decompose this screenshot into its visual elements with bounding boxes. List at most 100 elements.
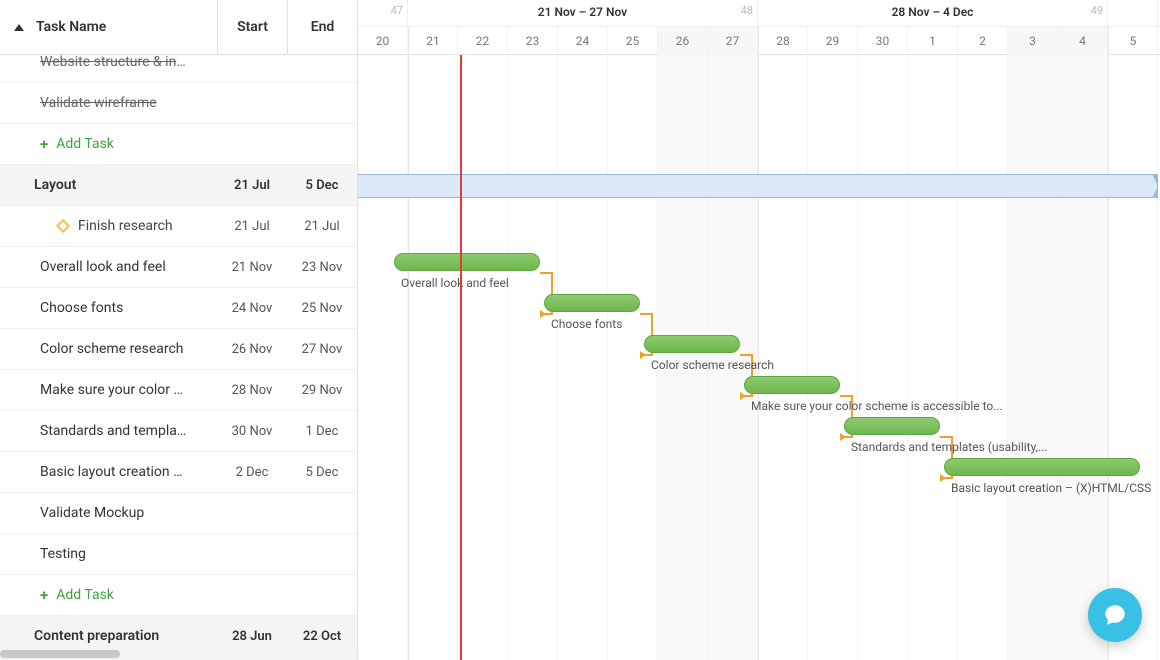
task-start-date: 2 Dec — [217, 465, 287, 480]
task-row[interactable]: Choose fonts 24 Nov25 Nov — [0, 288, 357, 329]
day-cell: 5 — [1108, 27, 1158, 55]
day-cell: 24 — [558, 27, 608, 55]
task-start-date: 21 Nov — [217, 260, 287, 275]
gantt-bar[interactable]: Color scheme research — [644, 335, 740, 353]
task-name-label: Validate wireframe — [40, 95, 157, 111]
column-label: Task Name — [36, 19, 106, 35]
week-label: 28 Nov – 4 Dec — [892, 5, 974, 19]
task-row[interactable]: Color scheme research26 Nov27 Nov — [0, 329, 357, 370]
day-cell: 3 — [1008, 27, 1058, 55]
column-task-name[interactable]: Task Name — [0, 19, 217, 35]
task-start-date: 21 Jul — [217, 178, 287, 193]
task-name-label: Basic layout creation – (X… — [40, 464, 190, 480]
task-end-date: 22 Oct — [287, 629, 357, 644]
day-cell: 4 — [1058, 27, 1108, 55]
milestone-row[interactable]: Finish research21 Jul21 Jul — [0, 206, 357, 247]
task-rows: Website structure & infor… Validate wiref… — [0, 55, 357, 660]
task-name-label: Testing — [40, 546, 86, 562]
task-end-date: 25 Nov — [287, 301, 357, 316]
day-cell: 20 — [358, 27, 408, 55]
gantt-bar-label: Basic layout creation – (X)HTML/CSS — [951, 481, 1151, 495]
grid-column — [1008, 55, 1058, 660]
day-cell: 21 — [408, 27, 458, 55]
task-end-date: 29 Nov — [287, 383, 357, 398]
task-name-label: Add Task — [56, 136, 114, 152]
task-name-label: Validate Mockup — [40, 505, 144, 521]
day-cell: 28 — [758, 27, 808, 55]
task-row[interactable]: Basic layout creation – (X… 2 Dec5 Dec — [0, 452, 357, 493]
task-name-label: Layout — [34, 177, 76, 193]
collapse-icon[interactable] — [14, 628, 24, 644]
task-name-label: Add Task — [56, 587, 114, 603]
milestone-icon — [56, 219, 70, 233]
week-label: 21 Nov – 27 Nov — [538, 5, 627, 19]
timeline-body[interactable]: Overall look and feel Choose fonts Color s… — [358, 55, 1160, 660]
plus-icon: + — [40, 586, 48, 604]
grid-column — [408, 55, 458, 660]
week-cell: 28 Nov – 4 Dec49 — [758, 0, 1108, 26]
grid-column — [958, 55, 1008, 660]
today-line — [460, 55, 462, 660]
task-name-label: Content preparation — [34, 628, 159, 644]
gantt-bar[interactable]: Make sure your color scheme is accessibl… — [744, 376, 840, 394]
task-row[interactable]: Make sure your color sch… 28 Nov29 Nov — [0, 370, 357, 411]
task-start-date: 24 Nov — [217, 301, 287, 316]
task-name-label: Make sure your color sch… — [40, 382, 190, 398]
dependency-arrow — [358, 55, 359, 71]
grid-column — [1058, 55, 1108, 660]
task-start-date: 26 Nov — [217, 342, 287, 357]
collapse-icon[interactable] — [14, 177, 24, 193]
task-start-date: 28 Nov — [217, 383, 287, 398]
add-task-row[interactable]: + Add Task — [0, 575, 357, 616]
task-end-date: 5 Dec — [287, 178, 357, 193]
column-start[interactable]: Start — [217, 0, 287, 54]
week-cell: 47 — [358, 0, 408, 26]
chat-button[interactable] — [1088, 588, 1142, 642]
gantt-bar-label: Color scheme research — [651, 358, 774, 372]
horizontal-scrollbar-left[interactable] — [0, 648, 357, 660]
timeline-panel: 47 21 Nov – 27 Nov 48 28 Nov – 4 Dec49 2021… — [358, 0, 1160, 660]
column-end[interactable]: End — [287, 0, 357, 54]
grid-column — [358, 55, 408, 660]
week-number: 48 — [741, 4, 753, 17]
task-end-date: 5 Dec — [287, 465, 357, 480]
caret-up-icon — [14, 24, 24, 31]
task-row[interactable]: Validate Mockup — [0, 493, 357, 534]
task-row[interactable]: Testing — [0, 534, 357, 575]
task-row[interactable]: Overall look and feel21 Nov23 Nov — [0, 247, 357, 288]
group-bar[interactable] — [358, 174, 1158, 198]
group-row[interactable]: Layout 21 Jul5 Dec — [0, 165, 357, 206]
task-list-panel: Task Name Start End Website structure & … — [0, 0, 358, 660]
gantt-bar-label: Make sure your color scheme is accessibl… — [751, 399, 1003, 413]
grid-column — [908, 55, 958, 660]
grid-column — [458, 55, 508, 660]
plus-icon: + — [40, 135, 48, 153]
gantt-bar[interactable]: Choose fonts — [544, 294, 640, 312]
task-start-date: 30 Nov — [217, 424, 287, 439]
chat-icon — [1102, 602, 1128, 628]
timeline-header: 47 21 Nov – 27 Nov 48 28 Nov – 4 Dec49 2021… — [358, 0, 1160, 55]
gantt-bar-label: Overall look and feel — [401, 276, 509, 290]
task-name-label: Choose fonts — [40, 300, 123, 316]
task-name-label: Standards and templates … — [40, 423, 190, 439]
day-cell: 25 — [608, 27, 658, 55]
day-cell: 1 — [908, 27, 958, 55]
day-cell: 30 — [858, 27, 908, 55]
task-name-label: Color scheme research — [40, 341, 184, 357]
grid-column — [558, 55, 608, 660]
task-row[interactable]: Standards and templates …30 Nov1 Dec — [0, 411, 357, 452]
task-end-date: 23 Nov — [287, 260, 357, 275]
add-task-row[interactable]: + Add Task — [0, 124, 357, 165]
task-start-date: 28 Jun — [217, 629, 287, 644]
grid-column — [1108, 55, 1158, 660]
task-row[interactable]: Website structure & infor… — [0, 55, 357, 83]
gantt-bar[interactable]: Overall look and feel — [394, 253, 540, 271]
day-cell: 22 — [458, 27, 508, 55]
gantt-bar[interactable]: Standards and templates (usability,... — [844, 417, 940, 435]
grid-column — [808, 55, 858, 660]
gantt-bar[interactable]: Basic layout creation – (X)HTML/CSS — [944, 458, 1140, 476]
week-cell — [1108, 0, 1158, 26]
task-name-label: Finish research — [78, 218, 173, 234]
day-cell: 26 — [658, 27, 708, 55]
task-row[interactable]: Validate wireframe — [0, 83, 357, 124]
